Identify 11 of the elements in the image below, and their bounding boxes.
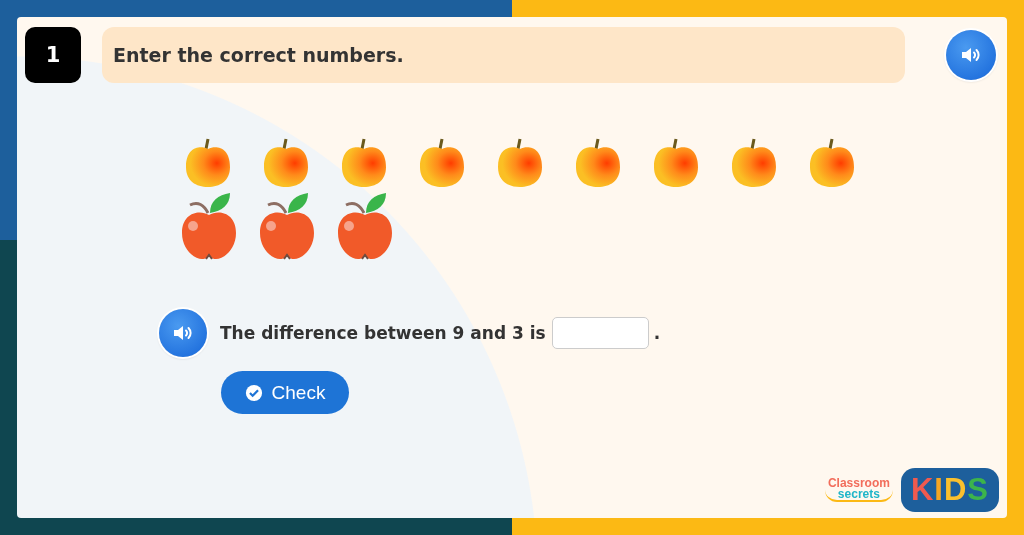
question-text: The difference between 9 and 3 is (220, 323, 546, 343)
check-circle-icon (244, 383, 263, 402)
answer-field[interactable] (551, 317, 649, 349)
kids-logo: KIDS (900, 468, 999, 512)
question-number: 1 (25, 27, 81, 83)
audio-button[interactable] (159, 309, 207, 357)
logo-text: Classroom secrets (824, 478, 893, 502)
check-button[interactable]: Check (221, 371, 349, 414)
question-text: . (653, 323, 661, 343)
audio-button[interactable] (946, 30, 996, 80)
instruction-banner: Enter the correct numbers. (102, 27, 905, 83)
